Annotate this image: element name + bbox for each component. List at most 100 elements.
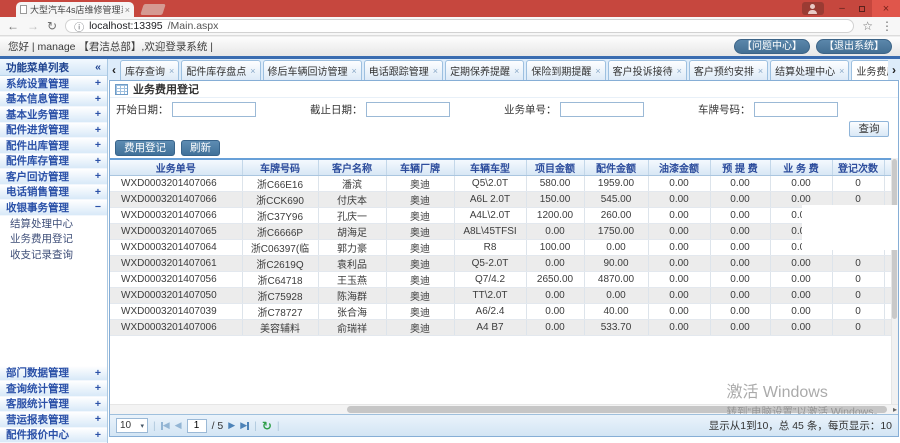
sidebar-subitem-2[interactable]: 收支记录查询 (0, 247, 107, 263)
forward-icon[interactable]: → (27, 20, 39, 32)
page-number-input[interactable] (186, 418, 207, 433)
table-row[interactable]: WXD0003201407061 浙C2619Q 袁利品 奥迪 Q5-2.0T 0.00 9… (110, 255, 898, 272)
table-row[interactable]: WXD0003201407066 浙C66E16 潘滨 奥迪 Q5\2.0T 580.00… (110, 175, 898, 192)
column-header-0[interactable]: 业务单号 (110, 158, 243, 176)
expander-icon[interactable]: + (95, 186, 101, 198)
doc-tab-close-icon[interactable]: × (433, 66, 438, 76)
column-header-4[interactable]: 车辆车型 (454, 158, 527, 176)
doc-tab-close-icon[interactable]: × (595, 66, 600, 76)
address-bar[interactable]: ⓘ localhost:13395/Main.aspx (65, 19, 855, 34)
doc-tab-4[interactable]: 定期保养提醒 × (445, 60, 525, 80)
sidebar-bottom-group-2[interactable]: 客服统计管理 + (0, 396, 107, 412)
minimize-button[interactable]: – (832, 0, 852, 17)
sidebar-bottom-group-3[interactable]: 营运报表管理 + (0, 412, 107, 428)
expander-icon[interactable]: + (95, 413, 101, 425)
close-button[interactable]: × (872, 0, 900, 17)
doc-tab-7[interactable]: 客户预约安排 × (688, 60, 769, 80)
sidebar-bottom-group-0[interactable]: 部门数据管理 + (0, 365, 107, 381)
first-page-button[interactable]: ◀ (160, 420, 170, 431)
back-icon[interactable]: ← (7, 20, 19, 32)
grid-refresh-icon[interactable]: ↻ (262, 419, 272, 433)
expander-icon[interactable]: + (95, 77, 101, 89)
column-header-3[interactable]: 车辆厂牌 (386, 158, 455, 176)
sidebar-group-5[interactable]: 配件库存管理 + (0, 153, 107, 169)
browser-tab[interactable]: 大型汽车4s店维修管理系… × (16, 2, 134, 17)
new-tab-button[interactable] (140, 4, 166, 15)
fee-register-button[interactable]: 费用登记 (115, 140, 175, 156)
sidebar-header[interactable]: 功能菜单列表 « (0, 59, 107, 76)
table-row[interactable]: WXD0003201407064 浙C06397(临 郭力豪 奥迪 R8 100.00 0.… (110, 239, 898, 256)
doc-tab-close-icon[interactable]: × (839, 66, 844, 76)
column-header-5[interactable]: 项目金额 (526, 158, 585, 176)
table-row[interactable]: WXD0003201407056 浙C64718 王玉燕 奥迪 Q7/4.2 2650.0… (110, 271, 898, 288)
expander-icon[interactable]: + (95, 139, 101, 151)
doc-tab-close-icon[interactable]: × (169, 66, 174, 76)
doc-tab-2[interactable]: 修后车辆回访管理 × (262, 60, 362, 80)
filter-input-1[interactable] (365, 101, 450, 117)
doc-tab-5[interactable]: 保险到期提醒 × (526, 60, 606, 80)
column-header-7[interactable]: 油漆金额 (648, 158, 711, 176)
prev-page-button[interactable]: ◀ (175, 420, 182, 431)
sidebar-bottom-group-4[interactable]: 配件报价中心 + (0, 427, 107, 443)
profile-icon[interactable] (802, 2, 824, 15)
expander-icon[interactable]: − (95, 201, 101, 213)
filter-input-3[interactable] (753, 101, 838, 117)
expander-icon[interactable]: + (95, 367, 101, 379)
expander-icon[interactable]: + (95, 398, 101, 410)
column-header-10[interactable]: 登记次数 (832, 158, 885, 176)
next-page-button[interactable]: ▶ (228, 420, 235, 431)
doc-tab-close-icon[interactable]: × (250, 66, 255, 76)
sidebar-group-6[interactable]: 客户回访管理 + (0, 169, 107, 185)
page-size-select[interactable]: 10 ▾ (116, 418, 148, 433)
expander-icon[interactable]: + (95, 124, 101, 136)
last-page-button[interactable]: ▶ (240, 420, 250, 431)
sidebar-group-8[interactable]: 收银事务管理 − (0, 200, 107, 216)
column-header-2[interactable]: 客户名称 (318, 158, 387, 176)
doc-tab-close-icon[interactable]: × (758, 66, 763, 76)
doc-tab-close-icon[interactable]: × (514, 66, 519, 76)
filter-input-0[interactable] (171, 101, 256, 117)
refresh-button[interactable]: 刷新 (181, 140, 220, 156)
collapse-icon[interactable]: « (95, 61, 101, 73)
column-header-9[interactable]: 业 务 费 (770, 158, 833, 176)
reload-icon[interactable]: ↻ (47, 20, 57, 32)
table-row[interactable]: WXD0003201407050 浙C75928 陈海群 奥迪 TT\2.0T 0.00 0… (110, 287, 898, 304)
sidebar-bottom-group-1[interactable]: 查询统计管理 + (0, 381, 107, 397)
filter-input-2[interactable] (559, 101, 644, 117)
menu-dots-icon[interactable]: ⋮ (881, 20, 893, 32)
expander-icon[interactable]: + (95, 155, 101, 167)
doc-tab-0[interactable]: 库存查询 × (120, 60, 180, 80)
maximize-button[interactable] (852, 0, 872, 17)
table-row[interactable]: WXD0003201407066 浙C37Y96 孔庆一 奥迪 A4L\2.0T 1200… (110, 207, 898, 224)
table-row[interactable]: WXD0003201407039 浙C78727 张合海 奥迪 A6/2.4 0.00 40… (110, 303, 898, 320)
table-row[interactable]: WXD0003201407065 浙C6666P 胡海足 奥迪 A8L\45TFSI 0.… (110, 223, 898, 240)
scroll-right-icon[interactable]: ▸ (893, 405, 897, 414)
vertical-scrollbar[interactable] (891, 158, 898, 404)
doc-tab-close-icon[interactable]: × (677, 66, 682, 76)
horizontal-scrollbar[interactable]: ▸ (110, 404, 898, 414)
expander-icon[interactable]: + (95, 170, 101, 182)
expander-icon[interactable]: + (95, 382, 101, 394)
sidebar-subitem-1[interactable]: 业务费用登记 (0, 231, 107, 247)
sidebar-group-4[interactable]: 配件出库管理 + (0, 138, 107, 154)
table-row[interactable]: WXD0003201407066 浙CCK690 付庆本 奥迪 A6L 2.0T 150.… (110, 191, 898, 208)
horizontal-scrollbar-thumb[interactable] (347, 406, 887, 413)
info-icon[interactable]: ⓘ (74, 19, 84, 34)
tabs-scroll-right-icon[interactable]: › (890, 63, 898, 80)
column-header-8[interactable]: 预 提 费 (710, 158, 771, 176)
column-header-6[interactable]: 配件金额 (584, 158, 649, 176)
sidebar-group-3[interactable]: 配件进货管理 + (0, 122, 107, 138)
sidebar-subitem-0[interactable]: 结算处理中心 (0, 216, 107, 232)
doc-tab-9[interactable]: 业务费用登记× (851, 60, 888, 80)
doc-tab-1[interactable]: 配件库存盘点 × (181, 60, 261, 80)
tabs-scroll-left-icon[interactable]: ‹ (110, 63, 118, 80)
bookmark-star-icon[interactable]: ☆ (862, 20, 873, 32)
sidebar-group-7[interactable]: 电话销售管理 + (0, 184, 107, 200)
tab-close-icon[interactable]: × (125, 5, 130, 15)
expander-icon[interactable]: + (95, 108, 101, 120)
column-header-1[interactable]: 车牌号码 (242, 158, 319, 176)
doc-tab-6[interactable]: 客户投诉接待 × (607, 60, 687, 80)
problem-center-button[interactable]: 【问题中心】 (734, 39, 810, 54)
doc-tab-3[interactable]: 电话跟踪管理 × (363, 60, 444, 80)
expander-icon[interactable]: + (95, 429, 101, 441)
